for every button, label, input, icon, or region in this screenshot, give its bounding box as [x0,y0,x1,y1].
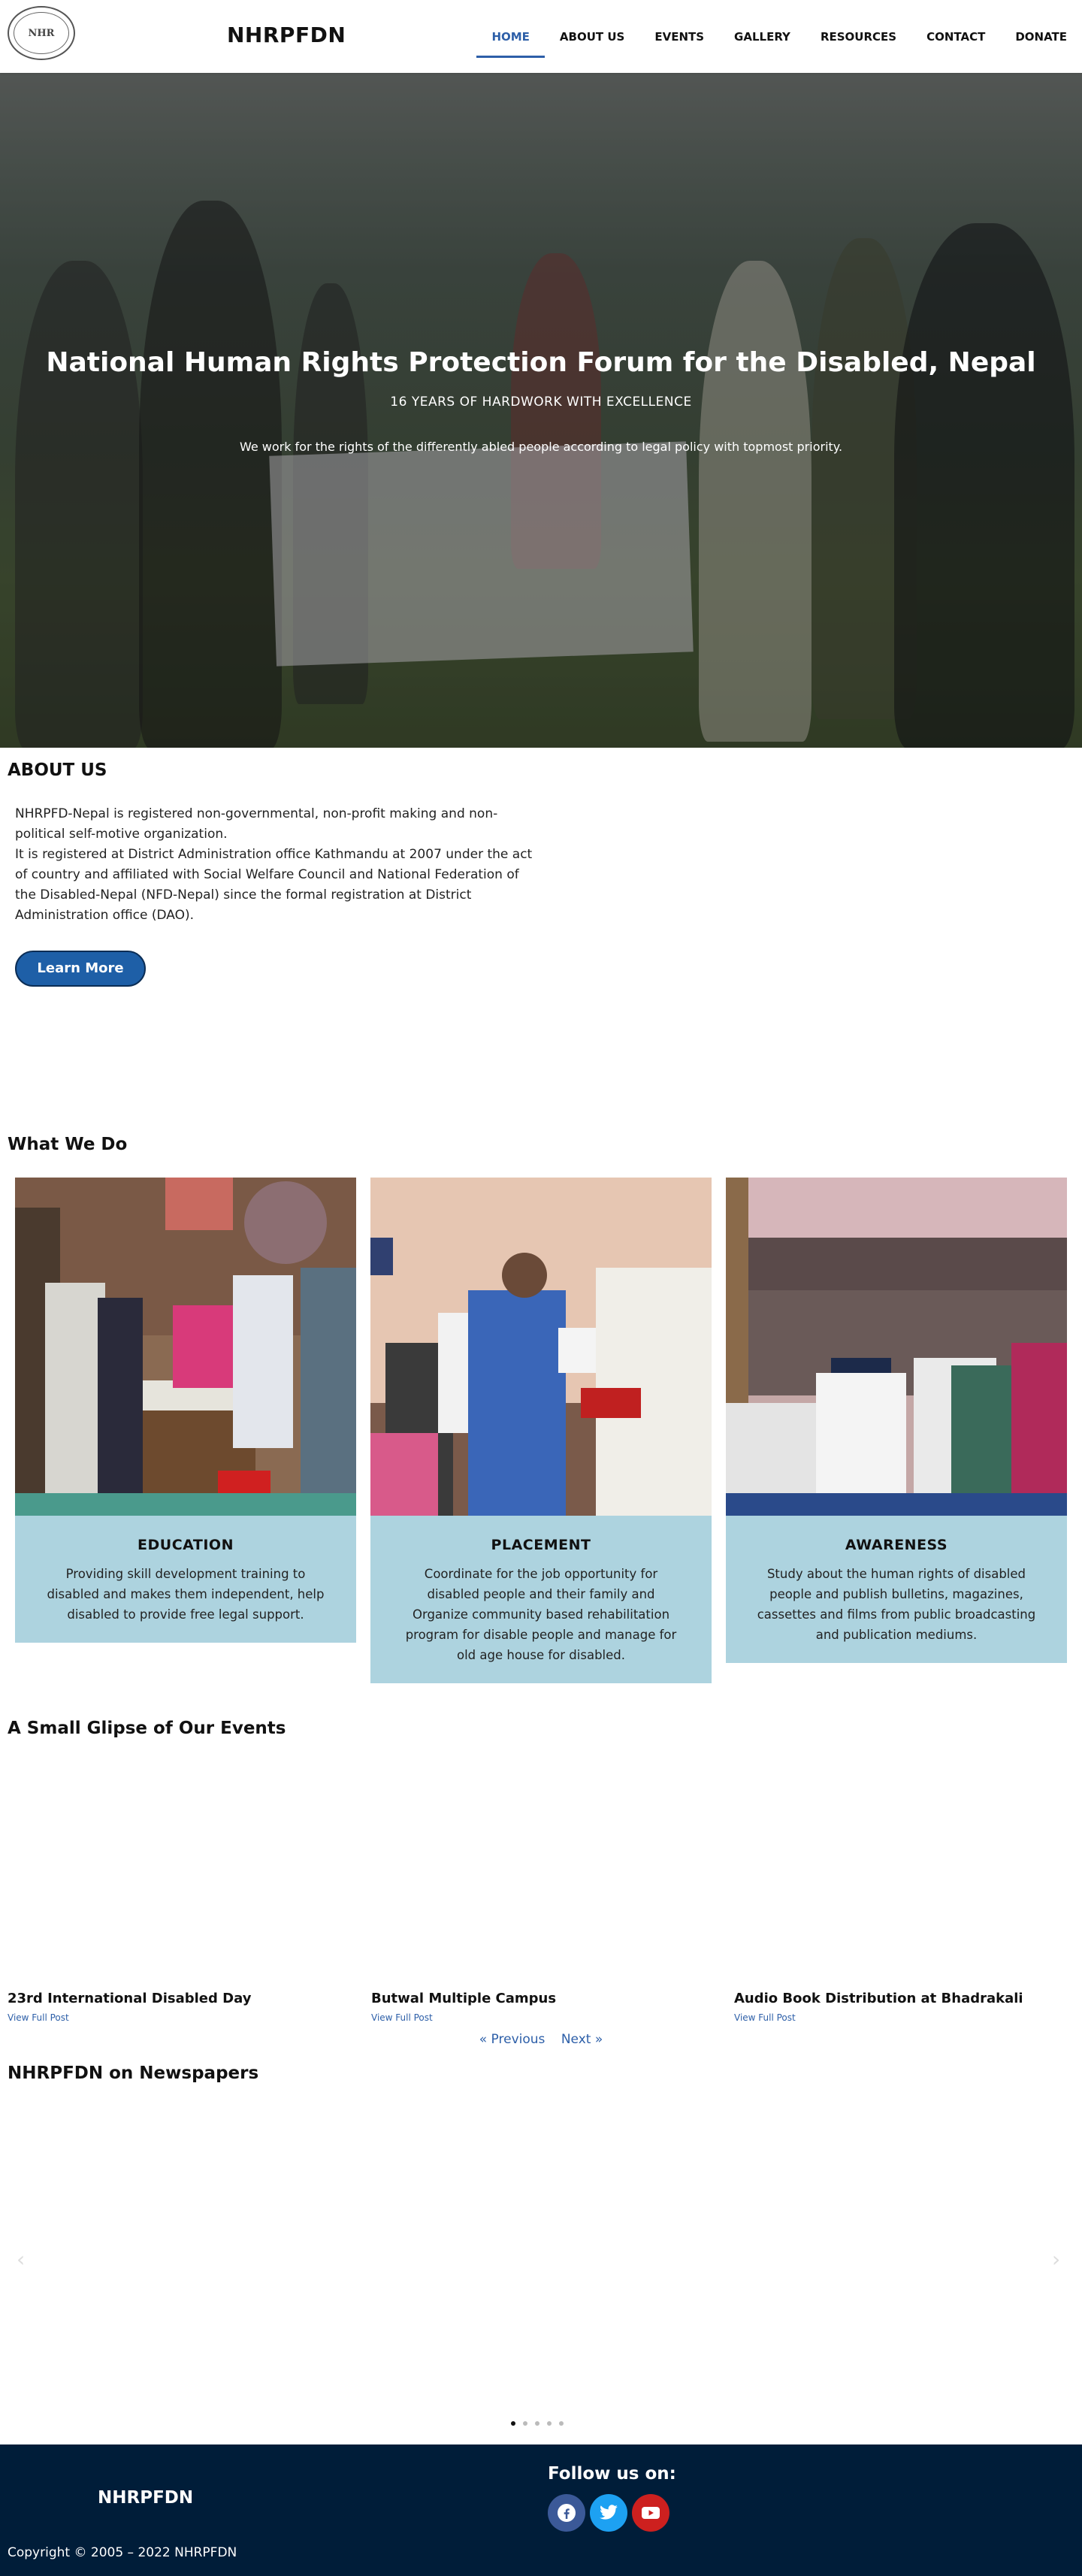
twitter-icon[interactable] [590,2494,627,2532]
nav-donate[interactable]: DONATE [1000,22,1082,52]
hero-overlay [0,73,1082,748]
carousel-dot[interactable] [547,2421,552,2426]
view-full-post-link[interactable]: View Full Post [8,2012,331,2023]
hero-title: National Human Rights Protection Forum f… [46,347,1036,378]
carousel-dot[interactable] [535,2421,539,2426]
education-photo [15,1178,356,1516]
site-logo[interactable]: NHR [8,6,75,60]
placement-photo-illustration [370,1178,712,1516]
copyright-text: Copyright © 2005 – 2022 NHRPFDN [8,2545,237,2560]
about-paragraph: NHRPFD-Nepal is registered non-governmen… [15,806,498,842]
hero-section: National Human Rights Protection Forum f… [0,73,1082,748]
site-header: NHR NHRPFDN HOME ABOUT US EVENTS GALLERY… [0,0,1082,73]
newspapers-heading: NHRPFDN on Newspapers [8,2064,259,2083]
card-text: Coordinate for the job opportunity for d… [405,1567,677,1662]
card-text: Study about the human rights of disabled… [757,1567,1036,1642]
about-body: NHRPFD-Nepal is registered non-governmen… [15,804,533,926]
placement-photo [370,1178,712,1516]
about-heading: ABOUT US [8,760,107,780]
footer-site-name: NHRPFDN [98,2488,194,2508]
event-item: Audio Book Distribution at Bhadrakali Vi… [734,1991,1057,2023]
main-nav: HOME ABOUT US EVENTS GALLERY RESOURCES C… [476,0,1082,73]
nav-resources[interactable]: RESOURCES [805,22,911,52]
carousel-prev-arrow-icon[interactable]: ‹ [17,2247,25,2272]
hero-subtitle: 16 YEARS OF HARDWORK WITH EXCELLENCE [390,395,692,410]
nav-home[interactable]: HOME [476,22,546,58]
carousel-dot[interactable] [511,2421,515,2426]
nav-gallery[interactable]: GALLERY [719,22,805,52]
youtube-icon[interactable] [632,2494,669,2532]
logo-text: NHR [28,27,55,39]
card-title: PLACEMENT [491,1537,591,1553]
events-heading: A Small Glipse of Our Events [8,1719,286,1738]
events-pagination: « Previous Next » [0,2032,1082,2047]
education-photo-illustration [15,1178,356,1516]
carousel-dot[interactable] [523,2421,527,2426]
view-full-post-link[interactable]: View Full Post [734,2012,1057,2023]
site-footer: NHRPFDN Follow us on: Copyright © 2005 –… [0,2444,1082,2576]
event-item: 23rd International Disabled Day View Ful… [8,1991,331,2023]
previous-page-link[interactable]: « Previous [479,2032,546,2047]
logo-emblem: NHR [14,12,69,54]
hero-text: We work for the rights of the differentl… [239,440,843,454]
placement-card-body: PLACEMENT Coordinate for the job opportu… [370,1516,712,1683]
follow-us-heading: Follow us on: [548,2464,676,2484]
nav-contact[interactable]: CONTACT [911,22,1000,52]
next-page-link[interactable]: Next » [561,2032,603,2047]
awareness-card-body: AWARENESS Study about the human rights o… [726,1516,1067,1663]
learn-more-button[interactable]: Learn More [15,951,146,987]
education-card-body: EDUCATION Providing skill development tr… [15,1516,356,1643]
carousel-next-arrow-icon[interactable]: › [1052,2247,1060,2272]
view-full-post-link[interactable]: View Full Post [371,2012,694,2023]
card-text: Providing skill development training to … [47,1567,325,1622]
carousel-pagination [511,2421,564,2426]
site-title[interactable]: NHRPFDN [227,23,346,47]
awareness-photo [726,1178,1067,1516]
carousel-dot[interactable] [559,2421,564,2426]
event-title[interactable]: 23rd International Disabled Day [8,1991,331,2006]
event-title[interactable]: Audio Book Distribution at Bhadrakali [734,1991,1057,2006]
about-paragraph: It is registered at District Administrat… [15,847,533,923]
nav-about-us[interactable]: ABOUT US [545,22,639,52]
nav-events[interactable]: EVENTS [639,22,719,52]
card-title: AWARENESS [845,1537,948,1553]
event-item: Butwal Multiple Campus View Full Post [371,1991,694,2023]
what-we-do-heading: What We Do [8,1135,128,1154]
facebook-icon[interactable] [548,2494,585,2532]
event-title[interactable]: Butwal Multiple Campus [371,1991,694,2006]
awareness-photo-illustration [726,1178,1067,1516]
card-title: EDUCATION [138,1537,234,1553]
